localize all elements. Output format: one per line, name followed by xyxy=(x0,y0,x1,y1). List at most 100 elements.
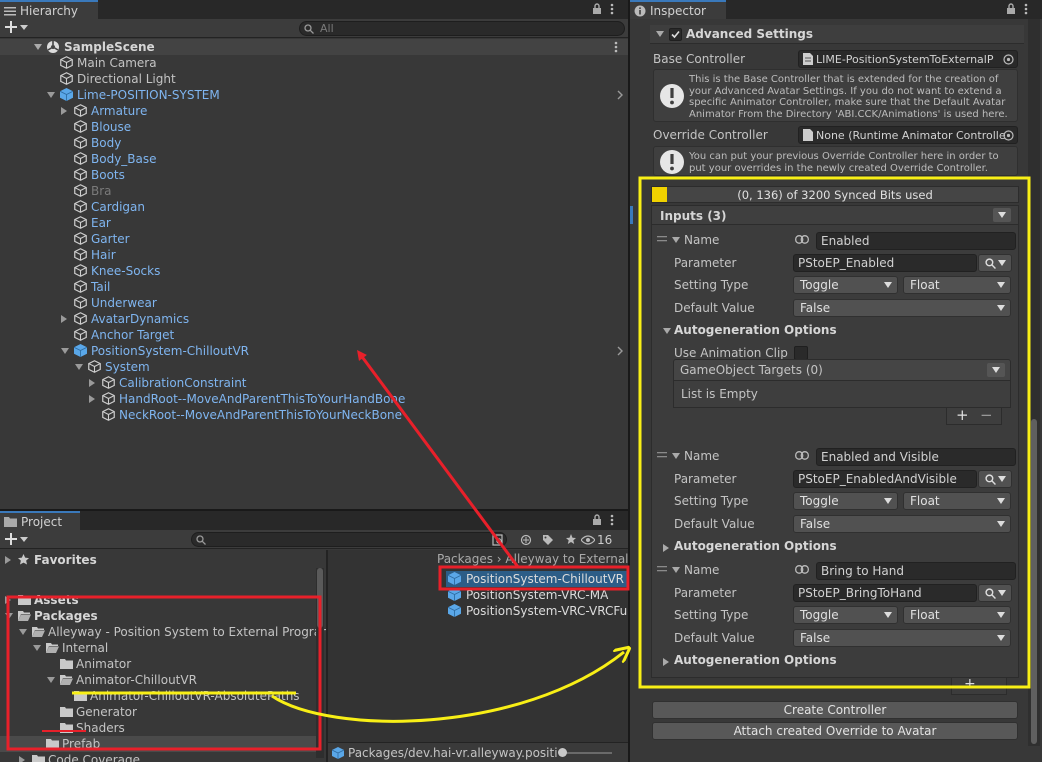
expand-arrow-icon[interactable] xyxy=(34,44,42,50)
hierarchy-item[interactable]: Knee-Socks xyxy=(0,263,628,279)
project-tree-item[interactable]: Animator-ChilloutVR xyxy=(0,672,316,688)
object-picker-icon[interactable] xyxy=(1003,130,1014,141)
foldout-arrow-icon[interactable] xyxy=(663,658,669,666)
chevron-right-icon[interactable] xyxy=(617,346,623,356)
gameobject-targets-menu[interactable] xyxy=(987,363,1005,377)
tab-inspector[interactable]: Inspector xyxy=(630,0,726,19)
parameter-search-dropdown[interactable] xyxy=(978,470,1012,488)
hierarchy-item[interactable]: Armature xyxy=(0,103,628,119)
project-tree-item[interactable]: Shaders xyxy=(0,720,316,736)
favorite-star-icon[interactable] xyxy=(566,534,576,546)
hierarchy-item[interactable]: AvatarDynamics xyxy=(0,311,628,327)
foldout-arrow-icon[interactable] xyxy=(663,328,671,334)
add-dropdown-button[interactable] xyxy=(5,21,28,33)
drag-handle-icon[interactable] xyxy=(657,566,667,572)
parameter-search-dropdown[interactable] xyxy=(978,584,1012,602)
project-tree-item[interactable]: Animator-ChilloutVR-AbsolutePaths xyxy=(0,688,316,704)
foldout-arrow-icon[interactable] xyxy=(663,544,669,552)
hierarchy-item[interactable]: Main Camera xyxy=(0,55,628,71)
label-tag-icon[interactable] xyxy=(542,534,554,546)
inputs-list-header[interactable]: Inputs (3) xyxy=(651,205,1019,225)
value-type-dropdown[interactable]: Float xyxy=(903,492,1011,510)
lock-icon[interactable] xyxy=(592,3,602,15)
expand-arrow-icon[interactable] xyxy=(5,596,11,604)
inspector-scrollbar-thumb[interactable] xyxy=(1031,419,1037,744)
input-name-field[interactable]: Enabled and Visible xyxy=(816,448,1016,466)
add-target-button[interactable]: + xyxy=(956,406,969,424)
expand-arrow-icon[interactable] xyxy=(47,92,55,98)
hierarchy-item[interactable]: Tail xyxy=(0,279,628,295)
hierarchy-item[interactable]: Hair xyxy=(0,247,628,263)
project-tree-item[interactable]: Prefab xyxy=(0,736,316,752)
project-search-input[interactable] xyxy=(191,532,507,547)
hierarchy-item[interactable]: HandRoot--MoveAndParentThisToYourHandBon… xyxy=(0,391,628,407)
expand-arrow-icon[interactable] xyxy=(5,556,11,564)
input-name-field[interactable]: Enabled xyxy=(816,232,1016,250)
kebab-menu-icon[interactable] xyxy=(1024,3,1028,15)
parameter-field[interactable]: PStoEP_EnabledAndVisible xyxy=(793,470,977,488)
filter-type-icon[interactable] xyxy=(520,534,532,546)
tab-hierarchy[interactable]: Hierarchy xyxy=(0,0,98,19)
project-tree-item[interactable]: Favorites xyxy=(0,552,316,568)
create-controller-button[interactable]: Create Controller xyxy=(652,701,1018,719)
tree-scrollbar[interactable] xyxy=(316,568,324,758)
project-tree-item[interactable]: Code Coverage xyxy=(0,752,316,762)
expand-arrow-icon[interactable] xyxy=(75,364,83,370)
expand-arrow-icon[interactable] xyxy=(61,315,67,323)
hierarchy-item[interactable]: NeckRoot--MoveAndParentThisToYourNeckBon… xyxy=(0,407,628,423)
object-picker-icon[interactable] xyxy=(1003,54,1014,65)
icon-size-slider[interactable] xyxy=(562,752,612,754)
hierarchy-item[interactable]: Boots xyxy=(0,167,628,183)
hierarchy-item[interactable]: Directional Light xyxy=(0,71,628,87)
foldout-arrow-icon[interactable] xyxy=(672,567,680,573)
default-value-dropdown[interactable]: False xyxy=(793,299,1011,317)
project-tree-item[interactable]: Animator xyxy=(0,656,316,672)
parameter-search-dropdown[interactable] xyxy=(978,254,1012,272)
kebab-menu-icon[interactable] xyxy=(610,514,614,526)
autogeneration-options-label[interactable]: Autogeneration Options xyxy=(674,653,837,667)
lock-icon[interactable] xyxy=(1006,3,1016,15)
value-type-dropdown[interactable]: Float xyxy=(903,606,1011,624)
expand-arrow-icon[interactable] xyxy=(61,348,69,354)
search-by-type-icon[interactable] xyxy=(492,534,504,546)
panel-divider[interactable] xyxy=(628,0,630,762)
autogeneration-options-label[interactable]: Autogeneration Options xyxy=(674,539,837,553)
hierarchy-item[interactable]: Anchor Target xyxy=(0,327,628,343)
hierarchy-item[interactable]: Body_Base xyxy=(0,151,628,167)
project-tree-item[interactable]: Generator xyxy=(0,704,316,720)
drag-handle-icon[interactable] xyxy=(657,236,667,242)
asset-item[interactable]: PositionSystem-VRC-MA xyxy=(446,587,628,603)
add-input-button[interactable]: + xyxy=(964,676,976,692)
expand-arrow-icon[interactable] xyxy=(5,613,13,619)
expand-arrow-icon[interactable] xyxy=(47,677,55,683)
expand-arrow-icon[interactable] xyxy=(33,645,41,651)
scene-menu-icon[interactable] xyxy=(614,41,618,53)
asset-item[interactable]: PositionSystem-VRC-VRCFu xyxy=(446,603,628,619)
expand-arrow-icon[interactable] xyxy=(89,379,95,387)
foldout-arrow-icon[interactable] xyxy=(656,31,664,37)
remove-target-button[interactable]: − xyxy=(980,406,993,424)
expand-arrow-icon[interactable] xyxy=(19,629,27,635)
project-tree-item[interactable]: Internal xyxy=(0,640,316,656)
parameter-field[interactable]: PStoEP_Enabled xyxy=(793,254,977,272)
hierarchy-item[interactable]: PositionSystem-ChilloutVR xyxy=(0,343,628,359)
hierarchy-item[interactable]: Lime-POSITION-SYSTEM xyxy=(0,87,628,103)
gameobject-targets-header[interactable]: GameObject Targets (0) xyxy=(673,359,1011,381)
input-name-field[interactable]: Bring to Hand xyxy=(816,562,1016,580)
lock-icon[interactable] xyxy=(592,514,602,526)
hierarchy-item[interactable]: CalibrationConstraint xyxy=(0,375,628,391)
create-dropdown-button[interactable] xyxy=(5,533,28,545)
base-controller-field[interactable]: LIME-PositionSystemToExternalP xyxy=(798,50,1018,68)
advanced-settings-header[interactable]: Advanced Settings xyxy=(650,25,1024,44)
setting-type-dropdown[interactable]: Toggle xyxy=(793,606,898,624)
setting-type-dropdown[interactable]: Toggle xyxy=(793,276,898,294)
project-tree-item[interactable]: Alleyway - Position System to External P… xyxy=(0,624,326,640)
value-type-dropdown[interactable]: Float xyxy=(903,276,1011,294)
hierarchy-item[interactable]: Body xyxy=(0,135,628,151)
project-tree-item[interactable]: Packages xyxy=(0,608,316,624)
tab-project[interactable]: Project xyxy=(0,511,80,530)
scene-row[interactable]: SampleScene xyxy=(0,39,628,55)
hierarchy-item[interactable]: Cardigan xyxy=(0,199,628,215)
advanced-settings-checkbox[interactable] xyxy=(669,28,682,41)
default-value-dropdown[interactable]: False xyxy=(793,515,1011,533)
